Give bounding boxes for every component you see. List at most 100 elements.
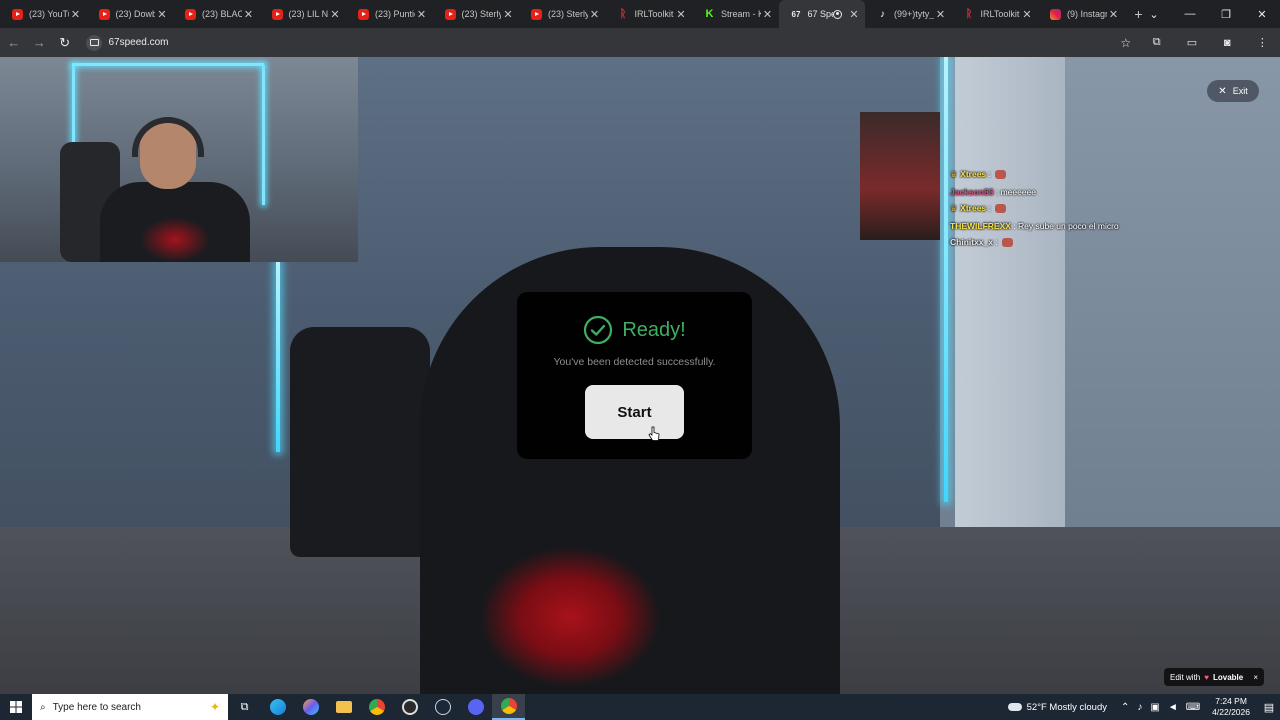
microphone-icon[interactable]: ♪ <box>1137 702 1142 713</box>
browser-tab[interactable]: ᚱ IRLToolkit -✕ <box>606 0 693 28</box>
windows-taskbar: ⌕ Type here to search ✦ ⧉ 52°F Mostly cl… <box>0 694 1280 720</box>
chat-overlay: ♛ Xtrees : Jackson83 : meeeeee ♛ Xtrees : T… <box>950 166 1180 251</box>
reload-icon[interactable]: ↻ <box>53 31 76 55</box>
tab-search-icon[interactable]: ⌄ <box>1136 0 1172 28</box>
browser-tab[interactable]: ♪ (99+)tyty_ ✕ <box>865 0 952 28</box>
browser-tab[interactable]: (23) Dowb ✕ <box>87 0 174 28</box>
chat-message: ♛ Xtrees : <box>950 200 1180 218</box>
profile-icon[interactable]: ◙ <box>1210 37 1245 49</box>
browser-tab[interactable]: (23) Sterly ✕ <box>433 0 520 28</box>
tab-close-icon[interactable]: ✕ <box>501 8 515 21</box>
clock[interactable]: 7:24 PM 4/22/2026 <box>1212 696 1250 718</box>
browser-tab[interactable]: (23) Puntic ✕ <box>346 0 433 28</box>
recording-icon <box>833 9 842 19</box>
notification-icon[interactable]: ▤ <box>1258 701 1280 714</box>
exit-label: Exit <box>1232 86 1248 96</box>
irltoolkit-icon: ᚱ <box>619 8 627 20</box>
edit-with-lovable-badge[interactable]: Edit with ♥ Lovable × <box>1164 668 1264 686</box>
tab-title: (23) YouTub <box>29 9 69 19</box>
tab-close-icon[interactable]: ✕ <box>934 8 948 21</box>
tab-close-icon[interactable]: ✕ <box>155 8 169 21</box>
kick-icon: K <box>705 8 714 20</box>
volume-icon[interactable]: ◄ <box>1168 702 1178 713</box>
led-strip <box>944 57 948 502</box>
browser-tab[interactable]: (23) BLACK✕ <box>173 0 260 28</box>
chat-emote-icon <box>995 204 1007 214</box>
browser-tab[interactable]: (23) YouTub✕ <box>0 0 87 28</box>
chat-message: Jackson83 : meeeeee <box>950 184 1180 201</box>
browser-tab[interactable]: (23) LIL NA✕ <box>260 0 347 28</box>
browser-tab[interactable]: (9) Instagr ✕ <box>1038 0 1125 28</box>
taskbar-search-input[interactable]: ⌕ Type here to search ✦ <box>32 694 228 720</box>
instagram-icon <box>1050 8 1061 20</box>
side-panel-icon[interactable]: ▭ <box>1174 36 1209 49</box>
obs-icon[interactable] <box>393 694 426 720</box>
chat-message: ♛ Xtrees : <box>950 166 1180 184</box>
tab-close-icon[interactable]: ✕ <box>761 8 775 21</box>
tab-title: (23) Sterly <box>548 9 588 19</box>
crown-badge-icon: ♛ <box>950 204 958 213</box>
tab-title: Stream - K <box>721 9 761 19</box>
tab-title: (23) LIL NA <box>288 9 329 19</box>
chat-separator: : <box>993 237 1001 247</box>
file-explorer-icon[interactable] <box>327 694 360 720</box>
browser-tab[interactable]: 67 67 Spe ✕ <box>778 0 865 28</box>
maximize-icon[interactable]: ❐ <box>1208 0 1244 28</box>
tab-close-icon[interactable]: ✕ <box>69 8 83 21</box>
chat-text: Rey sube un poco el micro <box>1018 220 1119 231</box>
steam-icon[interactable] <box>426 694 459 720</box>
browser-tab[interactable]: K Stream - K ✕ <box>692 0 779 28</box>
discord-icon[interactable] <box>459 694 492 720</box>
start-button[interactable]: Start <box>585 385 684 439</box>
tab-close-icon[interactable]: ✕ <box>847 8 861 21</box>
weather-widget[interactable]: 52°F Mostly cloudy <box>1007 702 1107 713</box>
crown-badge-icon: ♛ <box>950 170 958 179</box>
tab-title: IRLToolkit - <box>980 9 1021 19</box>
forward-icon[interactable]: → <box>27 31 50 55</box>
tab-close-icon[interactable]: ✕ <box>328 8 342 21</box>
chrome-icon[interactable] <box>360 694 393 720</box>
lovable-close-button[interactable]: × <box>1253 673 1258 682</box>
tab-close-icon[interactable]: ✕ <box>674 8 688 21</box>
system-tray: 52°F Mostly cloudy ⌃ ♪ ▣ ◄ ⌨ 7:24 PM 4/2… <box>1007 694 1280 720</box>
chevron-up-icon[interactable]: ⌃ <box>1121 702 1129 713</box>
site-info-icon[interactable] <box>86 34 103 51</box>
menu-icon[interactable]: ⋮ <box>1245 36 1280 49</box>
chat-separator: : <box>986 203 994 213</box>
browser-tab[interactable]: (23) Sterly ✕ <box>519 0 606 28</box>
chat-message: THEWILFREXX : Rey sube un poco el micro <box>950 218 1180 235</box>
copilot-icon[interactable] <box>294 694 327 720</box>
tab-close-icon[interactable]: ✕ <box>415 8 429 21</box>
tab-close-icon[interactable]: ✕ <box>242 8 256 21</box>
exit-button[interactable]: ✕ Exit <box>1207 80 1259 102</box>
youtube-icon <box>185 8 196 20</box>
led-strip <box>72 63 264 66</box>
67speed-icon: 67 <box>791 9 801 19</box>
close-window-icon[interactable]: ✕ <box>1244 0 1280 28</box>
back-icon[interactable]: ← <box>2 31 25 55</box>
tab-close-icon[interactable]: ✕ <box>588 8 602 21</box>
youtube-icon <box>444 8 456 20</box>
address-bar[interactable]: 67speed.com ☆ <box>82 31 1140 54</box>
minimize-icon[interactable]: — <box>1172 0 1208 28</box>
bookmark-star-icon[interactable]: ☆ <box>1120 36 1131 50</box>
edge-icon[interactable] <box>261 694 294 720</box>
network-icon[interactable]: ▣ <box>1150 702 1159 713</box>
background-chair <box>290 327 430 557</box>
chat-message: Chinitxx_x : <box>950 234 1180 251</box>
shirt-print <box>470 527 670 694</box>
browser-tab[interactable]: ᚱ IRLToolkit -✕ <box>952 0 1039 28</box>
windows-start-icon[interactable] <box>0 694 32 720</box>
tab-close-icon[interactable]: ✕ <box>1107 8 1121 21</box>
tab-title: (23) Sterly <box>461 9 502 19</box>
tab-close-icon[interactable]: ✕ <box>1020 8 1034 21</box>
chat-emote-icon <box>1002 238 1014 248</box>
keyboard-icon[interactable]: ⌨ <box>1186 702 1200 713</box>
chrome-active-icon[interactable] <box>492 694 525 720</box>
led-strip <box>276 262 280 452</box>
task-view-icon[interactable]: ⧉ <box>228 694 261 720</box>
lovable-prefix: Edit with <box>1170 672 1201 682</box>
close-icon: ✕ <box>1218 85 1227 97</box>
extensions-icon[interactable]: ⧉ <box>1139 36 1174 49</box>
led-strip <box>262 65 265 205</box>
